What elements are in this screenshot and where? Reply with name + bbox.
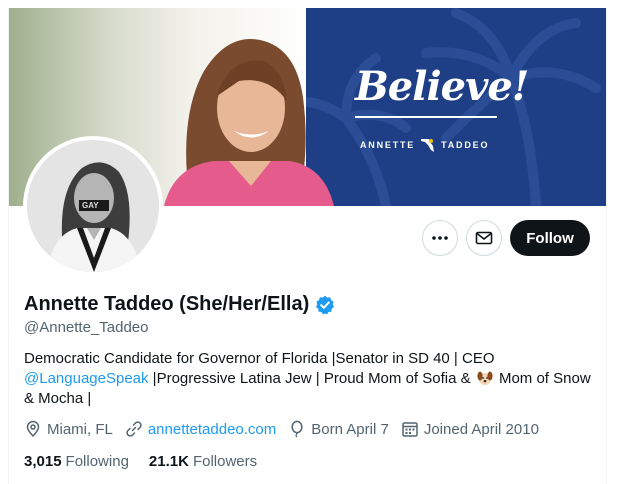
envelope-icon: [475, 231, 493, 245]
link-icon: [126, 421, 142, 437]
meta-birthday: Born April 7: [288, 420, 389, 438]
bio-mention-link[interactable]: @LanguageSpeak: [24, 370, 149, 387]
brand-name-last: TADDEO: [441, 140, 490, 150]
profile-handle: @Annette_Taddeo: [24, 319, 149, 336]
message-button[interactable]: [466, 220, 502, 256]
bio-text-1: Democratic Candidate for Governor of Flo…: [24, 350, 495, 367]
florida-icon: [421, 139, 435, 152]
banner-portrait: [164, 39, 334, 206]
joined-text: Joined April 2010: [423, 420, 539, 438]
banner-brand-name: ANNETTE TADDEO: [360, 137, 489, 153]
following-count[interactable]: 3,015 Following: [24, 453, 129, 470]
follow-button[interactable]: Follow: [510, 220, 590, 256]
location-text: Miami, FL: [47, 420, 113, 438]
website-link[interactable]: annettetaddeo.com: [148, 421, 276, 438]
balloon-icon: [291, 420, 303, 438]
followers-value: 21.1K: [148, 453, 189, 470]
banner-slogan: Believe!: [355, 63, 529, 110]
location-pin-icon: [26, 420, 40, 438]
dog-face-emoji: [477, 371, 493, 385]
following-value: 3,015: [24, 453, 62, 470]
calendar-icon: [402, 422, 418, 437]
more-horizontal-icon: [432, 236, 448, 240]
followers-count[interactable]: 21.1K Followers: [149, 453, 257, 470]
more-button[interactable]: [422, 220, 458, 256]
profile-bio: Democratic Candidate for Governor of Flo…: [24, 349, 594, 409]
birthday-text: Born April 7: [311, 420, 389, 438]
followers-label: Followers: [192, 453, 258, 470]
meta-joined: Joined April 2010: [401, 420, 539, 438]
meta-location: Miami, FL: [24, 420, 113, 438]
profile-name: Annette Taddeo (She/Her/Ella): [24, 293, 310, 315]
avatar[interactable]: GAY: [23, 136, 163, 276]
brand-name-first: ANNETTE: [360, 140, 416, 150]
avatar-mask-text: GAY: [82, 201, 99, 210]
meta-website[interactable]: annettetaddeo.com: [125, 420, 276, 438]
following-label: Following: [65, 453, 129, 470]
bio-text-2: |Progressive Latina Jew | Proud Mom of S…: [148, 370, 475, 387]
profile-name-row: Annette Taddeo (She/Her/Ella): [24, 293, 335, 316]
follow-counts: 3,015 Following 21.1K Followers: [24, 453, 257, 470]
profile-page: Believe! ANNETTE TADDEO GAY Follow Annet…: [8, 8, 607, 484]
banner-underline: [355, 116, 497, 118]
profile-meta: Miami, FL annettetaddeo.com Born April 7: [24, 420, 551, 438]
avatar-photo: GAY: [27, 140, 159, 272]
verified-badge-icon[interactable]: [315, 295, 335, 315]
